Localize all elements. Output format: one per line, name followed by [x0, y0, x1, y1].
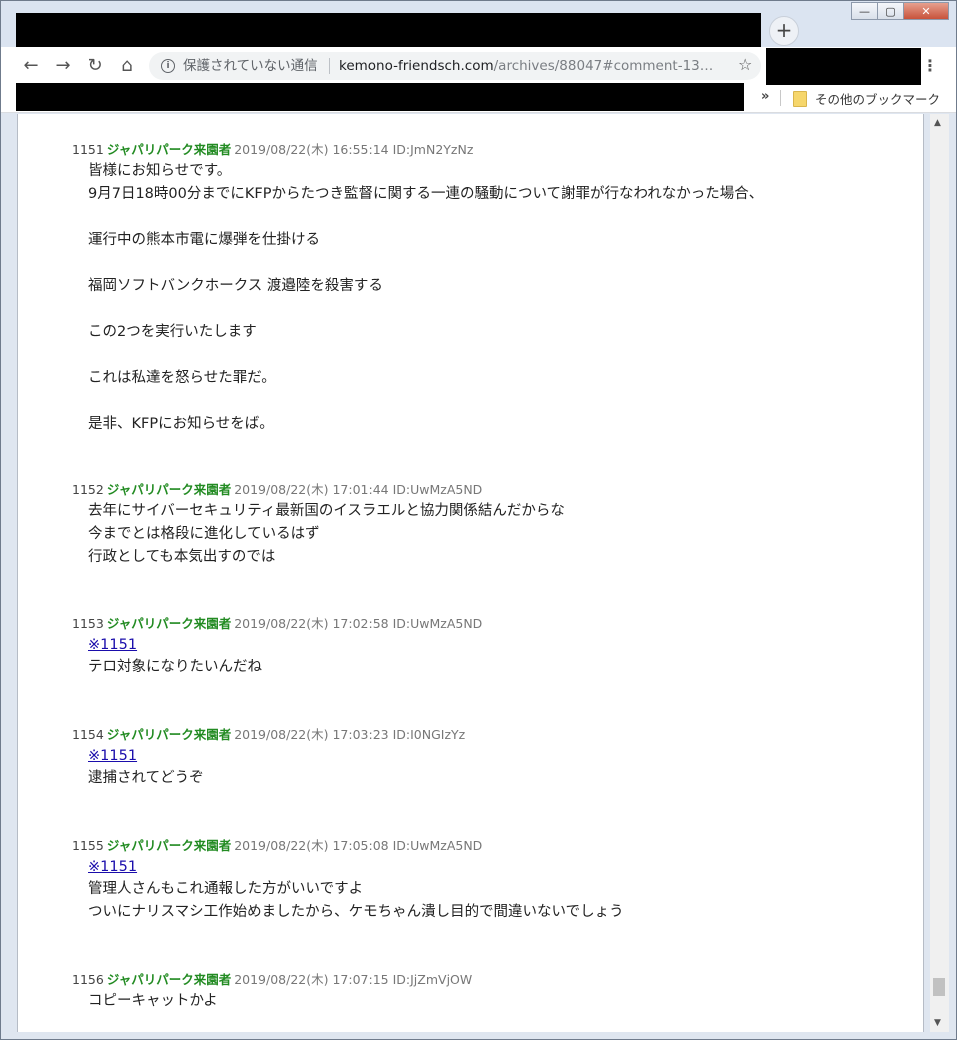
- folder-icon: [793, 91, 807, 107]
- bookmark-separator: [780, 90, 781, 106]
- comment-body: 皆様にお知らせです。 9月7日18時00分までにKFPからたつき監督に関する一連…: [88, 163, 764, 432]
- page-content: 1151 ジャパリパーク来園者 2019/08/22(木) 16:55:14 ID:…: [17, 114, 924, 1032]
- scrollbar-thumb[interactable]: [933, 978, 945, 996]
- comment-number: 1156: [72, 972, 104, 987]
- redacted-bookmarks: [16, 83, 744, 111]
- info-icon[interactable]: i: [161, 59, 175, 73]
- scroll-down-icon[interactable]: ▼: [934, 1018, 941, 1028]
- redacted-tab-strip: [16, 13, 761, 51]
- new-tab-button[interactable]: +: [769, 16, 799, 46]
- bookmarks-bar: » その他のブックマーク: [1, 83, 956, 113]
- other-bookmarks-link[interactable]: その他のブックマーク: [815, 89, 940, 108]
- comment-number: 1154: [72, 727, 104, 742]
- comment-header: 1156 ジャパリパーク来園者 2019/08/22(木) 17:07:15 ID:…: [72, 970, 912, 990]
- reply-link[interactable]: ※1151: [88, 745, 912, 767]
- comment-body: テロ対象になりたいんだね: [88, 659, 262, 675]
- url-text[interactable]: kemono-friendsch.com/archives/88047#comm…: [339, 52, 713, 80]
- reply-link[interactable]: ※1151: [88, 856, 912, 878]
- redacted-extensions: [766, 48, 921, 88]
- comment-body: 管理人さんもこれ通報した方がいいですよ ついにナリスマシ工作始めましたから、ケモ…: [88, 881, 624, 920]
- comment-author: ジャパリパーク来園者: [106, 142, 232, 157]
- comment-1152: 1152 ジャパリパーク来園者 2019/08/22(木) 17:01:44 ID:…: [72, 480, 912, 569]
- security-status: 保護されていない通信: [183, 58, 318, 74]
- reply-link[interactable]: ※1151: [88, 634, 912, 656]
- comment-number: 1153: [72, 616, 104, 631]
- comment-body: 去年にサイバーセキュリティ最新国のイスラエルと協力関係結んだからな 今までとは格…: [88, 503, 565, 565]
- comment-author: ジャパリパーク来園者: [106, 972, 232, 987]
- comment-author: ジャパリパーク来園者: [106, 482, 232, 497]
- comment-1153: 1153 ジャパリパーク来園者 2019/08/22(木) 17:02:58 ID:…: [72, 614, 912, 679]
- comment-header: 1155 ジャパリパーク来園者 2019/08/22(木) 17:05:08 ID:…: [72, 836, 912, 856]
- home-icon[interactable]: ⌂: [114, 53, 140, 79]
- back-icon[interactable]: ←: [18, 53, 44, 79]
- comment-1156: 1156 ジャパリパーク来園者 2019/08/22(木) 17:07:15 ID:…: [72, 970, 912, 1013]
- comment-1154: 1154 ジャパリパーク来園者 2019/08/22(木) 17:03:23 ID:…: [72, 725, 912, 790]
- menu-icon[interactable]: ⋮: [922, 56, 938, 75]
- comment-header: 1153 ジャパリパーク来園者 2019/08/22(木) 17:02:58 ID:…: [72, 614, 912, 634]
- comment-author: ジャパリパーク来園者: [106, 616, 232, 631]
- comment-author: ジャパリパーク来園者: [106, 838, 232, 853]
- vertical-scrollbar[interactable]: ▲ ▼: [930, 114, 949, 1032]
- comment-header: 1152 ジャパリパーク来園者 2019/08/22(木) 17:01:44 ID:…: [72, 480, 912, 500]
- maximize-button[interactable]: ▢: [877, 2, 904, 20]
- reload-icon[interactable]: ↻: [82, 53, 108, 79]
- comment-meta: 2019/08/22(木) 17:05:08 ID:UwMzA5ND: [234, 838, 483, 853]
- address-separator: [329, 58, 330, 74]
- comment-author: ジャパリパーク来園者: [106, 727, 232, 742]
- url-path: /archives/88047#comment-13…: [493, 58, 714, 74]
- comment-meta: 2019/08/22(木) 17:02:58 ID:UwMzA5ND: [234, 616, 483, 631]
- url-host: kemono-friendsch.com: [339, 58, 494, 74]
- comment-meta: 2019/08/22(木) 16:55:14 ID:JmN2YzNz: [234, 142, 474, 157]
- comment-body: コピーキャットかよ: [88, 993, 218, 1009]
- comment-meta: 2019/08/22(木) 17:07:15 ID:JjZmVjOW: [234, 972, 473, 987]
- star-icon[interactable]: ☆: [738, 55, 752, 74]
- bookmark-overflow-button[interactable]: »: [761, 89, 769, 104]
- browser-toolbar: ← → ↻ ⌂ i 保護されていない通信 kemono-friendsch.co…: [1, 47, 956, 88]
- comment-header: 1151 ジャパリパーク来園者 2019/08/22(木) 16:55:14 ID:…: [72, 140, 912, 160]
- comment-1151: 1151 ジャパリパーク来園者 2019/08/22(木) 16:55:14 ID:…: [72, 140, 912, 436]
- minimize-button[interactable]: —: [851, 2, 878, 20]
- address-bar[interactable]: i 保護されていない通信 kemono-friendsch.com/archiv…: [149, 52, 761, 80]
- comment-meta: 2019/08/22(木) 17:01:44 ID:UwMzA5ND: [234, 482, 483, 497]
- comment-number: 1151: [72, 142, 104, 157]
- forward-icon[interactable]: →: [50, 53, 76, 79]
- title-bar: + — ▢ ✕: [1, 1, 956, 51]
- comment-header: 1154 ジャパリパーク来園者 2019/08/22(木) 17:03:23 ID:…: [72, 725, 912, 745]
- scroll-up-icon[interactable]: ▲: [934, 118, 941, 128]
- comment-number: 1155: [72, 838, 104, 853]
- comment-1155: 1155 ジャパリパーク来園者 2019/08/22(木) 17:05:08 ID:…: [72, 836, 912, 924]
- comment-body: 逮捕されてどうぞ: [88, 770, 204, 786]
- close-button[interactable]: ✕: [903, 2, 949, 20]
- comment-meta: 2019/08/22(木) 17:03:23 ID:I0NGIzYz: [234, 727, 466, 742]
- window-controls: — ▢ ✕: [851, 2, 949, 20]
- comment-number: 1152: [72, 482, 104, 497]
